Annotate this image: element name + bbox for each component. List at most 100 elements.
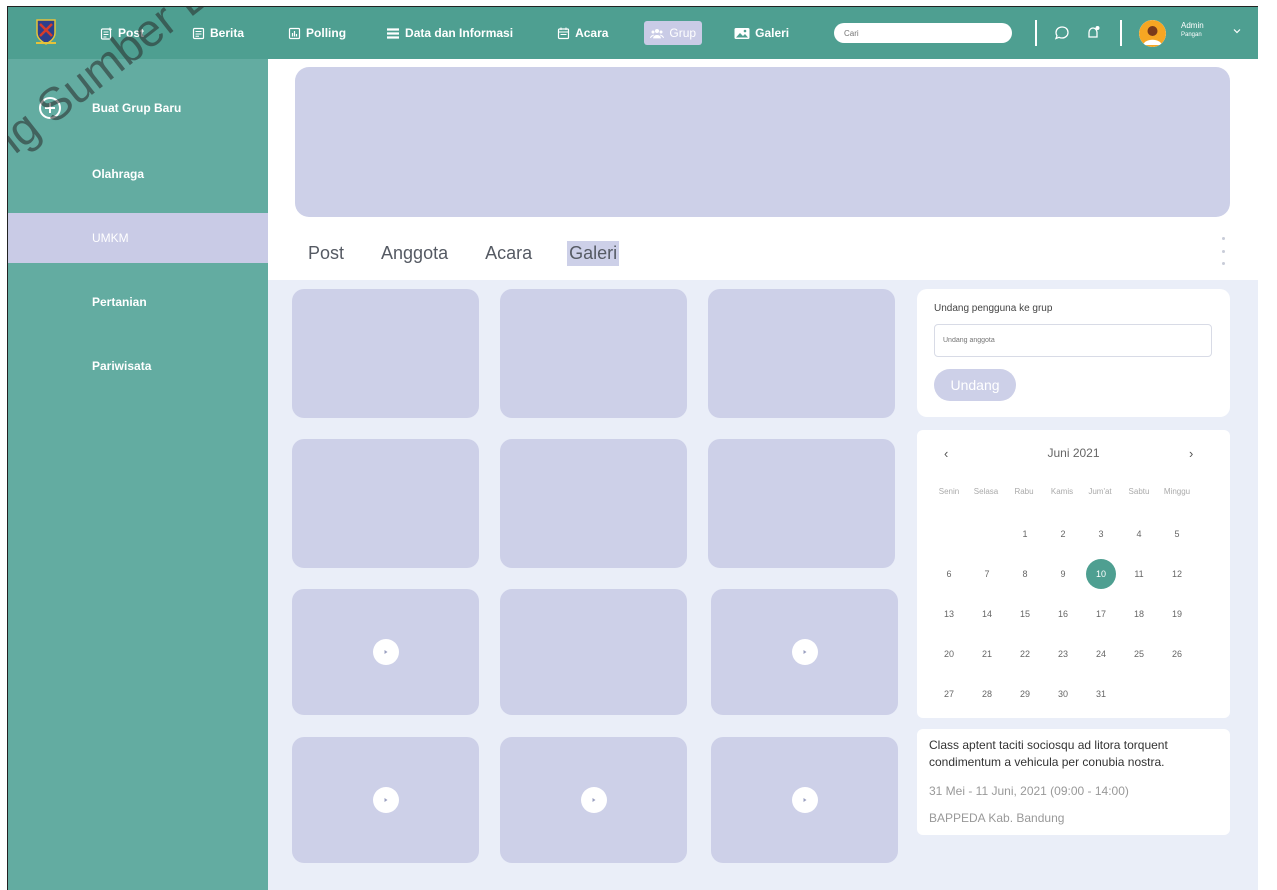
tab-galeri[interactable]: Galeri xyxy=(567,241,620,266)
play-icon[interactable] xyxy=(791,787,818,813)
calendar-day[interactable]: 25 xyxy=(1124,639,1154,669)
sidebar-item-pertanian[interactable]: Pertanian xyxy=(8,277,268,327)
sidebar-item-label: Olahraga xyxy=(92,167,145,181)
calendar-day[interactable]: 6 xyxy=(934,559,964,589)
nav-item-label: Acara xyxy=(575,26,609,40)
regency-logo[interactable] xyxy=(36,19,56,45)
calendar-day[interactable]: 28 xyxy=(972,679,1002,709)
calendar-day[interactable]: 4 xyxy=(1124,519,1154,549)
nav-item-acara[interactable]: Acara xyxy=(551,21,614,45)
calendar-day[interactable]: 7 xyxy=(972,559,1002,589)
chat-icon[interactable] xyxy=(1051,22,1073,44)
gallery-photo-tile[interactable] xyxy=(708,289,895,418)
event-date: 31 Mei - 11 Juni, 2021 (09:00 - 14:00) xyxy=(929,784,1129,798)
calendar-weekday: Minggu xyxy=(1163,487,1191,496)
nav-divider xyxy=(1035,20,1037,46)
sidebar-item-pariwisata[interactable]: Pariwisata xyxy=(8,341,268,391)
tab-acara[interactable]: Acara xyxy=(483,241,534,266)
nav-item-berita[interactable]: Berita xyxy=(186,21,250,45)
gallery-photo-tile[interactable] xyxy=(500,289,687,418)
gallery-video-tile[interactable] xyxy=(500,737,687,863)
calendar-day[interactable]: 13 xyxy=(934,599,964,629)
gallery-video-tile[interactable] xyxy=(711,737,898,863)
nav-item-label: Polling xyxy=(306,26,347,40)
calendar-day[interactable]: 30 xyxy=(1048,679,1078,709)
calendar-day[interactable]: 23 xyxy=(1048,639,1078,669)
calendar-day[interactable]: 26 xyxy=(1162,639,1192,669)
calendar-day[interactable]: 18 xyxy=(1124,599,1154,629)
calendar-day[interactable]: 19 xyxy=(1162,599,1192,629)
nav-item-polling[interactable]: Polling xyxy=(282,21,352,45)
gallery-photo-tile[interactable] xyxy=(500,589,687,715)
post-icon xyxy=(100,27,118,40)
nav-item-post[interactable]: Post xyxy=(94,21,150,45)
more-options-icon[interactable] xyxy=(1220,237,1226,265)
play-icon[interactable] xyxy=(791,639,818,665)
event-title: Class aptent taciti sociosqu ad litora t… xyxy=(929,738,1168,769)
nav-item-label: Grup xyxy=(669,26,697,40)
gallery-photo-tile[interactable] xyxy=(292,439,479,568)
nav-item-data-dan-informasi[interactable]: Data dan Informasi xyxy=(380,21,519,45)
calendar-day[interactable]: 14 xyxy=(972,599,1002,629)
search-input[interactable] xyxy=(834,23,1012,43)
nav-item-galeri[interactable]: Galeri xyxy=(728,21,795,45)
gallery-photo-tile[interactable] xyxy=(292,289,479,418)
calendar-widget: ‹ Juni 2021 › Senin Selasa Rabu Kamis Jum'at… xyxy=(917,430,1230,718)
calendar-day[interactable]: 8 xyxy=(1010,559,1040,589)
sidebar-item-olahraga[interactable]: Olahraga xyxy=(8,149,268,199)
calendar-day[interactable]: 20 xyxy=(934,639,964,669)
calendar-day[interactable]: 17 xyxy=(1086,599,1116,629)
calendar-day[interactable]: 15 xyxy=(1010,599,1040,629)
calendar-day[interactable]: 11 xyxy=(1124,559,1154,589)
data-icon xyxy=(386,27,405,40)
nav-item-grup[interactable]: Grup xyxy=(644,21,703,45)
calendar-day[interactable]: 1 xyxy=(1010,519,1040,549)
play-icon[interactable] xyxy=(580,787,607,813)
notification-icon[interactable] xyxy=(1082,22,1104,44)
app-frame: Post Berita Polling Data dan Informasi Acara… xyxy=(7,6,1258,890)
top-navbar: Post Berita Polling Data dan Informasi Acara… xyxy=(8,7,1258,59)
calendar-day[interactable]: 24 xyxy=(1086,639,1116,669)
calendar-day[interactable]: 2 xyxy=(1048,519,1078,549)
calendar-month-label: Juni 2021 xyxy=(1047,446,1100,460)
sidebar-item-umkm[interactable]: UMKM xyxy=(8,213,268,263)
gallery-photo-tile[interactable] xyxy=(500,439,687,568)
invite-card: Undang pengguna ke grup Undang xyxy=(917,289,1230,417)
nav-item-label: Berita xyxy=(210,26,245,40)
calendar-next-button[interactable]: › xyxy=(1189,446,1193,461)
user-name: Admin xyxy=(1181,21,1204,30)
calendar-day-today[interactable]: 10 xyxy=(1086,559,1116,589)
invite-title: Undang pengguna ke grup xyxy=(934,303,1053,314)
calendar-day[interactable]: 9 xyxy=(1048,559,1078,589)
play-icon[interactable] xyxy=(372,639,399,665)
tab-post[interactable]: Post xyxy=(306,241,346,266)
calendar-day[interactable]: 3 xyxy=(1086,519,1116,549)
nav-item-label: Data dan Informasi xyxy=(405,26,514,40)
create-group-button[interactable]: Buat Grup Baru xyxy=(8,83,268,133)
event-card[interactable]: Class aptent taciti sociosqu ad litora t… xyxy=(917,729,1230,835)
calendar-day[interactable]: 31 xyxy=(1086,679,1116,709)
calendar-day[interactable]: 22 xyxy=(1010,639,1040,669)
calendar-weekday: Selasa xyxy=(973,487,999,496)
group-cover-image xyxy=(295,67,1230,217)
user-role: Pangan xyxy=(1181,32,1202,38)
invite-button[interactable]: Undang xyxy=(934,369,1016,401)
calendar-day[interactable]: 27 xyxy=(934,679,964,709)
play-icon[interactable] xyxy=(372,787,399,813)
gallery-video-tile[interactable] xyxy=(711,589,898,715)
chevron-down-icon[interactable] xyxy=(1232,26,1242,36)
tab-anggota[interactable]: Anggota xyxy=(379,241,450,266)
gallery-photo-tile[interactable] xyxy=(708,439,895,568)
calendar-day[interactable]: 16 xyxy=(1048,599,1078,629)
avatar[interactable] xyxy=(1139,20,1166,47)
poll-icon xyxy=(288,27,306,40)
calendar-day[interactable]: 21 xyxy=(972,639,1002,669)
group-header: Post Anggota Acara Galeri xyxy=(268,59,1258,280)
calendar-weekday: Sabtu xyxy=(1128,487,1150,496)
gallery-video-tile[interactable] xyxy=(292,589,479,715)
invite-member-input[interactable] xyxy=(934,324,1212,357)
gallery-video-tile[interactable] xyxy=(292,737,479,863)
calendar-day[interactable]: 5 xyxy=(1162,519,1192,549)
calendar-day[interactable]: 29 xyxy=(1010,679,1040,709)
calendar-day[interactable]: 12 xyxy=(1162,559,1192,589)
